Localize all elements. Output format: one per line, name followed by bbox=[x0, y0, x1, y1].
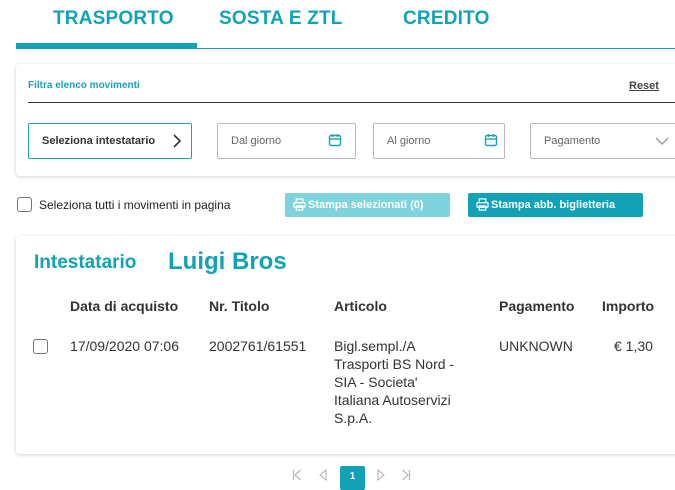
print-selected-button[interactable]: Stampa selezionati (0) bbox=[285, 193, 450, 217]
row-article-line: S.p.A. bbox=[334, 410, 373, 426]
print-tickets-button[interactable]: Stampa abb. biglietteria bbox=[468, 193, 643, 217]
filter-title: Filtra elenco movimenti bbox=[28, 80, 140, 91]
row-payment: UNKNOWN bbox=[499, 338, 573, 354]
from-day-field[interactable]: Dal giorno bbox=[217, 123, 356, 159]
payment-select[interactable]: Pagamento bbox=[530, 123, 675, 159]
to-day-field[interactable]: Al giorno bbox=[373, 123, 505, 159]
calendar-icon bbox=[484, 133, 498, 150]
column-header-number: Nr. Titolo bbox=[209, 298, 270, 314]
owner-name: Luigi Bros bbox=[168, 248, 287, 275]
row-article-line: Bigl.sempl./A bbox=[334, 338, 416, 354]
from-day-label: Dal giorno bbox=[231, 135, 282, 147]
tab-active-indicator bbox=[16, 43, 197, 48]
first-page-icon[interactable] bbox=[292, 468, 302, 485]
printer-icon bbox=[293, 198, 308, 211]
tab-trasporto[interactable]: TRASPORTO bbox=[53, 8, 174, 30]
reset-link[interactable]: Reset bbox=[629, 80, 659, 92]
filter-divider bbox=[28, 102, 675, 103]
row-amount: € 1,30 bbox=[614, 338, 653, 354]
row-article-line: SIA - Societa' bbox=[334, 374, 418, 390]
payment-select-label: Pagamento bbox=[544, 135, 601, 147]
tab-bar-baseline bbox=[16, 48, 675, 49]
column-header-date: Data di acquisto bbox=[70, 298, 179, 314]
column-header-article: Articolo bbox=[334, 298, 387, 314]
row-date: 17/09/2020 07:06 bbox=[70, 338, 179, 354]
page-current[interactable]: 1 bbox=[340, 466, 365, 490]
column-header-amount: Importo bbox=[602, 298, 655, 314]
select-all-checkbox[interactable] bbox=[17, 197, 32, 212]
row-article-line: Trasporti BS Nord - bbox=[334, 356, 455, 372]
column-header-payment: Pagamento bbox=[499, 298, 575, 314]
calendar-icon bbox=[328, 133, 342, 150]
printer-icon bbox=[476, 198, 491, 211]
row-checkbox[interactable] bbox=[33, 339, 48, 354]
to-day-label: Al giorno bbox=[387, 135, 431, 147]
owner-select-label: Seleziona intestatario bbox=[42, 135, 156, 147]
movements-card: Intestatario Luigi Bros Data di acquisto… bbox=[16, 236, 675, 454]
previous-page-icon[interactable] bbox=[318, 468, 328, 485]
pagination: 1 bbox=[0, 466, 675, 490]
row-article-line: Italiana Autoservizi bbox=[334, 392, 451, 408]
next-page-icon[interactable] bbox=[376, 468, 386, 485]
chevron-down-icon bbox=[655, 136, 669, 149]
select-all-label: Seleziona tutti i movimenti in pagina bbox=[39, 198, 231, 212]
tab-credito[interactable]: CREDITO bbox=[403, 8, 490, 30]
chevron-right-icon bbox=[172, 134, 182, 151]
tab-sosta-e-ztl[interactable]: SOSTA E ZTL bbox=[219, 8, 343, 30]
print-selected-label: Stampa selezionati (0) bbox=[308, 199, 424, 211]
print-tickets-label: Stampa abb. biglietteria bbox=[491, 199, 616, 211]
owner-select[interactable]: Seleziona intestatario bbox=[28, 123, 192, 159]
row-article: Bigl.sempl./A Trasporti BS Nord - SIA - … bbox=[334, 337, 454, 427]
last-page-icon[interactable] bbox=[401, 468, 411, 485]
row-number: 2002761/61551 bbox=[209, 338, 307, 354]
filter-panel: Filtra elenco movimenti Reset Seleziona … bbox=[16, 64, 675, 176]
tab-bar: TRASPORTO SOSTA E ZTL CREDITO bbox=[16, 0, 675, 50]
owner-label: Intestatario bbox=[34, 252, 137, 273]
